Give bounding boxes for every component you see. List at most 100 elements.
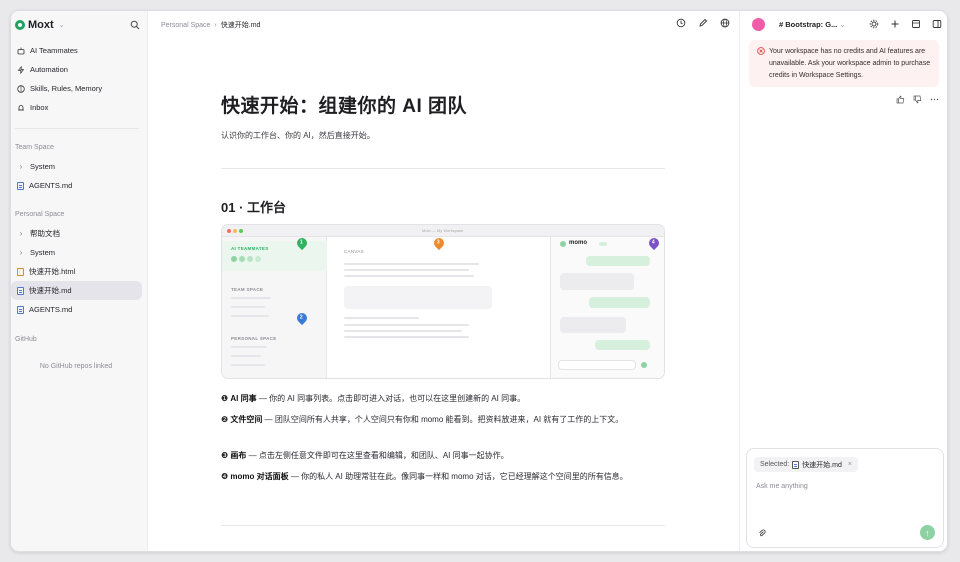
preview-send (641, 362, 647, 368)
paragraph-canvas: ❸ 画布 — 点击左侧任意文件即可在这里查看和编辑，和团队、AI 同事一起协作。 (221, 448, 661, 463)
para-number: ❶ (221, 394, 229, 403)
para-number: ❹ (221, 472, 229, 481)
alert-text: Your workspace has no credits and AI fea… (769, 48, 931, 79)
para-number: ❷ (221, 415, 229, 424)
chat-composer[interactable]: Selected: 快速开始.md × Ask me anything ↑ (746, 448, 944, 548)
more-icon[interactable] (930, 95, 939, 104)
preview-titlebar-text: Moxt — My Workspace (422, 228, 464, 233)
preview-line (344, 263, 479, 265)
thumbs-down-icon[interactable] (913, 95, 922, 104)
primary-nav: AI Teammates Automation Skills, Rules, M… (11, 41, 148, 117)
preview-momo-avatar (560, 241, 566, 247)
preview-line (344, 330, 462, 332)
search-icon[interactable] (130, 20, 140, 30)
tree-item-agents-md[interactable]: AGENTS.md (11, 300, 148, 319)
para-heading: momo 对话面板 (230, 472, 289, 481)
preview-titlebar: Moxt — My Workspace (222, 225, 664, 237)
attach-icon[interactable] (758, 529, 766, 537)
selected-label: Selected: (760, 461, 790, 468)
markdown-file-icon (17, 181, 24, 190)
preview-line (344, 269, 469, 271)
chat-title-dropdown[interactable]: # Bootstrap: G... ⌄ (779, 20, 846, 29)
edit-icon[interactable] (698, 18, 708, 28)
tree-item-quickstart-md[interactable]: 快速开始.md (11, 281, 142, 300)
preview-label-momo: momo (569, 240, 587, 246)
nav-inbox[interactable]: Inbox (11, 98, 148, 117)
nav-automation[interactable]: Automation (11, 60, 148, 79)
markdown-file-icon (17, 305, 24, 314)
preview-line (231, 364, 265, 366)
preview-line (231, 306, 265, 308)
paragraph-ai-teammates: ❶ AI 同事 — 你的 AI 同事列表。点击即可进入对话，也可以在这里创建新的… (221, 391, 661, 406)
preview-label-ai-teammates: AI TEAMMATES (231, 246, 269, 251)
preview-label-team-space: TEAM SPACE (231, 287, 264, 292)
doc-toolbar (676, 18, 730, 28)
moxt-logo-icon (15, 20, 25, 30)
preview-avatar (239, 256, 245, 262)
toggle-panel-icon[interactable] (932, 19, 942, 29)
tree-item-quickstart-html[interactable]: 快速开始.html (11, 262, 148, 281)
preview-input (558, 360, 636, 370)
selected-file-chip: Selected: 快速开始.md × (754, 457, 858, 472)
chat-title: # Bootstrap: G... (779, 20, 838, 29)
window-dot (227, 229, 231, 233)
tree-item-label: 快速开始.html (29, 267, 76, 276)
team-space-tree: › System AGENTS.md (11, 157, 148, 195)
doc-title: 快速开始：组建你的 AI 团队 (221, 96, 468, 117)
nav-label: Automation (30, 65, 68, 74)
momo-avatar-icon (752, 18, 765, 31)
tree-item-agents-md[interactable]: AGENTS.md (11, 176, 148, 195)
chevron-down-icon: ⌄ (839, 20, 846, 29)
history-panel-icon[interactable] (911, 19, 921, 29)
send-button[interactable]: ↑ (920, 525, 935, 540)
tree-item-system[interactable]: › System (11, 243, 148, 262)
history-icon[interactable] (676, 18, 686, 28)
divider (221, 168, 665, 169)
workspace-switcher[interactable]: Moxt ⌄ (15, 17, 65, 33)
preview-line (231, 315, 269, 317)
plus-icon[interactable] (890, 19, 900, 29)
tree-item-system[interactable]: › System (11, 157, 148, 176)
globe-icon[interactable] (720, 18, 730, 28)
preview-bubble (586, 256, 650, 266)
selected-file-name: 快速开始.md (802, 461, 842, 469)
preview-line (344, 336, 469, 338)
paragraph-momo-panel: ❹ momo 对话面板 — 你的私人 AI 助理常驻在此。像同事一样和 momo… (221, 469, 661, 484)
para-text: — 点击左侧任意文件即可在这里查看和编辑，和团队、AI 同事一起协作。 (246, 451, 509, 460)
breadcrumb-current: 快速开始.md (220, 22, 261, 29)
preview-pill (599, 242, 607, 246)
chat-input[interactable]: Ask me anything (756, 483, 808, 490)
doc-lead: 认识你的工作台、你的 AI，然后直接开始。 (221, 131, 375, 140)
preview-line (344, 275, 474, 277)
settings-icon[interactable] (869, 19, 879, 29)
preview-avatar (255, 256, 261, 262)
editor-pane: Personal Space › 快速开始.md 快速开始：组建你的 AI 团队… (149, 11, 738, 551)
message-actions (896, 95, 939, 104)
breadcrumb-separator: › (214, 21, 217, 29)
divider (15, 128, 139, 129)
preview-line (231, 355, 261, 357)
brain-icon (17, 84, 25, 93)
preview-line (344, 317, 419, 319)
tree-item-help-docs[interactable]: › 帮助文档 (11, 224, 148, 243)
warning-icon (757, 47, 765, 55)
app-window: Moxt ⌄ AI Teammates Automation Skills, R… (10, 10, 948, 552)
nav-ai-teammates[interactable]: AI Teammates (11, 41, 148, 60)
thumbs-up-icon[interactable] (896, 95, 905, 104)
file-icon (792, 460, 800, 469)
chevron-right-icon: › (19, 229, 23, 238)
preview-card (344, 286, 492, 309)
markdown-file-icon (17, 286, 24, 295)
para-heading: AI 同事 (230, 394, 257, 403)
sidebar: Moxt ⌄ AI Teammates Automation Skills, R… (11, 11, 148, 551)
nav-skills-rules-memory[interactable]: Skills, Rules, Memory (11, 79, 148, 98)
preview-avatar (231, 256, 237, 262)
para-text: — 团队空间所有人共享，个人空间只有你和 momo 能看到。把资料放进来，AI … (262, 415, 624, 424)
preview-label-personal-space: PERSONAL SPACE (231, 336, 277, 341)
breadcrumb-parent[interactable]: Personal Space (161, 22, 210, 29)
chevron-right-icon: › (19, 162, 23, 171)
remove-selection-icon[interactable]: × (848, 461, 852, 468)
brand-name: Moxt (28, 19, 54, 31)
para-text: — 你的 AI 同事列表。点击即可进入对话，也可以在这里创建新的 AI 同事。 (256, 394, 526, 403)
para-number: ❸ (221, 451, 229, 460)
